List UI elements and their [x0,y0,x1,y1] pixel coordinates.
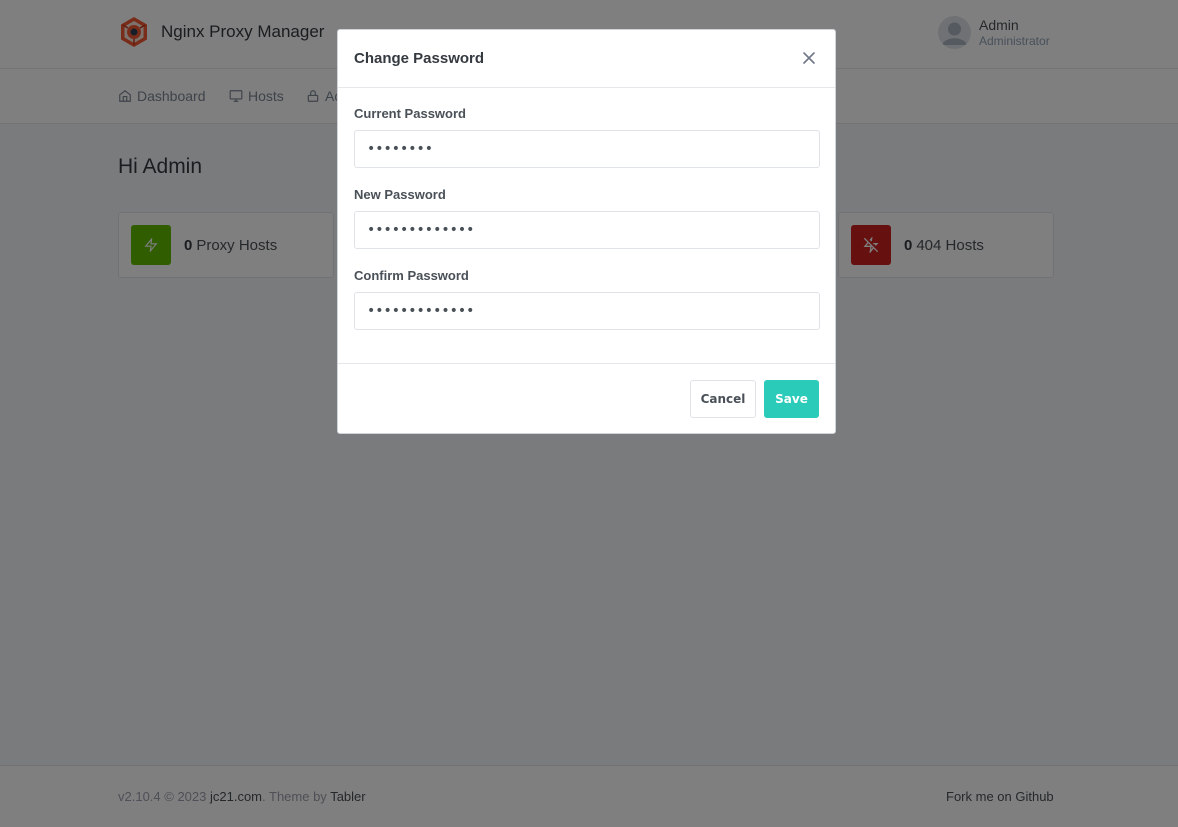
confirm-password-label: Confirm Password [354,268,469,283]
confirm-password-input[interactable] [354,292,820,330]
modal-title: Change Password [354,50,485,67]
confirm-password-group: Confirm Password [354,268,820,330]
current-password-group: Current Password [354,106,820,168]
current-password-label: Current Password [354,106,466,121]
cancel-button[interactable]: Cancel [690,380,756,418]
app-root: Nginx Proxy Manager Admin Administrator … [0,0,1178,827]
current-password-input[interactable] [354,130,820,168]
save-button[interactable]: Save [764,380,819,418]
modal-header: Change Password [338,30,835,88]
new-password-label: New Password [354,187,446,202]
new-password-input[interactable] [354,211,820,249]
change-password-modal: Change Password Current Password New Pas… [337,29,836,434]
modal-footer: Cancel Save [338,363,835,433]
close-icon[interactable] [801,50,817,66]
new-password-group: New Password [354,187,820,249]
